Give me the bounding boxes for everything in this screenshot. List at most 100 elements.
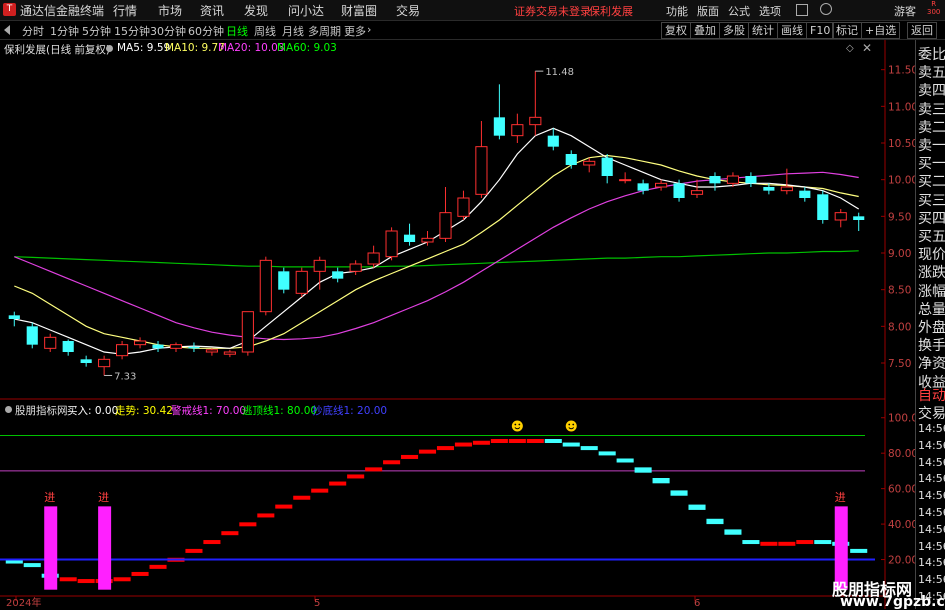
trend-block bbox=[634, 467, 652, 473]
side-panel-item[interactable]: 买一 bbox=[918, 153, 945, 173]
trend-block bbox=[311, 488, 329, 493]
smiley-eye bbox=[568, 423, 571, 426]
side-panel-item[interactable]: 外盘 bbox=[918, 317, 945, 337]
trend-block bbox=[185, 548, 203, 553]
x-axis-label: 5 bbox=[314, 598, 320, 609]
kline-chart[interactable]: 11.50 11.00 10.50 10.00 9.50 9.00 8.50 8.00 7.50… bbox=[0, 0, 945, 609]
indicator-tick-label: 80.00 bbox=[888, 448, 918, 460]
trend-block bbox=[257, 513, 275, 518]
trend-block bbox=[850, 548, 868, 553]
trend-block bbox=[347, 474, 365, 479]
candle-body bbox=[349, 263, 362, 272]
y-tick-label: 10.00 bbox=[888, 175, 918, 187]
ma20-line bbox=[14, 171, 859, 341]
side-panel-time: 14:56 bbox=[918, 539, 945, 553]
side-panel-item[interactable]: 委比 bbox=[918, 44, 945, 64]
side-panel-item[interactable]: 买五 bbox=[918, 226, 945, 246]
candle-body bbox=[223, 351, 236, 355]
candle-body bbox=[745, 176, 757, 184]
indicator-tick-label: 40.00 bbox=[888, 519, 918, 531]
trend-block bbox=[688, 504, 706, 510]
trend-block bbox=[526, 439, 544, 443]
side-panel-time: 14:56 bbox=[918, 455, 945, 469]
trend-block bbox=[652, 478, 670, 484]
side-panel-item[interactable]: 涨幅 bbox=[918, 281, 945, 301]
side-panel-time: 14:56 bbox=[918, 522, 945, 536]
candle-body bbox=[655, 182, 668, 188]
side-panel-item[interactable]: 买四 bbox=[918, 208, 945, 228]
candle-body bbox=[637, 183, 649, 191]
candle-body bbox=[547, 135, 559, 147]
candle-body bbox=[278, 271, 290, 290]
indicator-tick-label: 60.00 bbox=[888, 484, 918, 496]
side-panel-time: 14:56 bbox=[918, 472, 945, 486]
candle-body bbox=[763, 187, 775, 191]
side-panel-item[interactable]: 买三 bbox=[918, 190, 945, 210]
side-panel-item[interactable]: 卖三 bbox=[918, 99, 945, 119]
buy-signal-label: 进 bbox=[44, 491, 55, 504]
smiley-face bbox=[511, 420, 523, 432]
trend-block bbox=[670, 490, 688, 496]
trend-block bbox=[598, 451, 616, 456]
side-panel-item[interactable]: 卖一 bbox=[918, 135, 945, 155]
trend-block bbox=[418, 449, 437, 454]
candle-body bbox=[98, 358, 111, 368]
candle-body bbox=[673, 183, 685, 198]
candle-body bbox=[152, 344, 164, 349]
candle-body bbox=[241, 311, 254, 353]
side-panel-trade-item[interactable]: 自动 bbox=[918, 385, 945, 405]
candle-body bbox=[799, 190, 811, 198]
side-panel-trade-item[interactable]: 交易 bbox=[918, 403, 945, 423]
trend-block bbox=[706, 518, 724, 525]
high-price-label: 11.48 bbox=[545, 67, 574, 78]
smiley-face bbox=[565, 420, 577, 432]
side-panel-item[interactable]: 买二 bbox=[918, 171, 945, 191]
candle-body bbox=[295, 270, 308, 294]
trend-block bbox=[293, 495, 311, 500]
candle-body bbox=[493, 117, 505, 136]
side-panel-item[interactable]: 现价 bbox=[918, 244, 945, 264]
smiley-eye bbox=[518, 423, 521, 426]
trend-block bbox=[239, 522, 257, 527]
y-tick-label: 11.00 bbox=[888, 101, 918, 113]
side-panel-item[interactable]: 总量 bbox=[918, 299, 945, 319]
candle-body bbox=[205, 349, 218, 353]
trend-block bbox=[131, 571, 149, 576]
candle-body bbox=[8, 315, 20, 319]
candle-body bbox=[403, 234, 416, 242]
side-panel-time: 14:56 bbox=[918, 438, 945, 452]
candle-body bbox=[26, 326, 38, 345]
candle-body bbox=[385, 230, 398, 258]
candle-body bbox=[690, 190, 704, 195]
buy-signal-bar bbox=[44, 506, 58, 590]
candle-body bbox=[169, 344, 183, 349]
trend-block bbox=[544, 439, 562, 443]
candle-body bbox=[511, 124, 524, 137]
candle-body bbox=[421, 237, 434, 243]
candle-body bbox=[601, 157, 613, 176]
candle-body bbox=[44, 336, 57, 349]
side-panel-item[interactable]: 卖二 bbox=[918, 117, 945, 137]
trend-block bbox=[454, 442, 472, 447]
side-panel-item[interactable]: 净资 bbox=[918, 353, 945, 373]
watermark-url: www.7gpzb.com bbox=[840, 594, 945, 610]
candle-body bbox=[834, 212, 847, 221]
buy-signal-bar bbox=[98, 506, 112, 590]
candle-body bbox=[853, 216, 865, 220]
ma60-line bbox=[14, 250, 859, 268]
trend-block bbox=[329, 481, 347, 486]
candle-body bbox=[817, 194, 829, 220]
y-tick-label: 8.50 bbox=[888, 285, 911, 297]
side-panel-item[interactable]: 涨跌 bbox=[918, 262, 945, 282]
trend-block bbox=[77, 579, 95, 584]
side-panel-item[interactable]: 卖五 bbox=[918, 62, 945, 82]
side-panel-item[interactable]: 卖四 bbox=[918, 80, 945, 100]
candle-body bbox=[457, 197, 470, 217]
trend-block bbox=[508, 439, 526, 443]
candle-body bbox=[259, 259, 272, 313]
indicator-tick-label: 20.00 bbox=[888, 555, 918, 567]
trend-block bbox=[221, 531, 239, 536]
trend-block bbox=[562, 442, 580, 447]
side-panel-item[interactable]: 换手 bbox=[918, 335, 945, 355]
side-panel-time: 14:56 bbox=[918, 556, 945, 570]
